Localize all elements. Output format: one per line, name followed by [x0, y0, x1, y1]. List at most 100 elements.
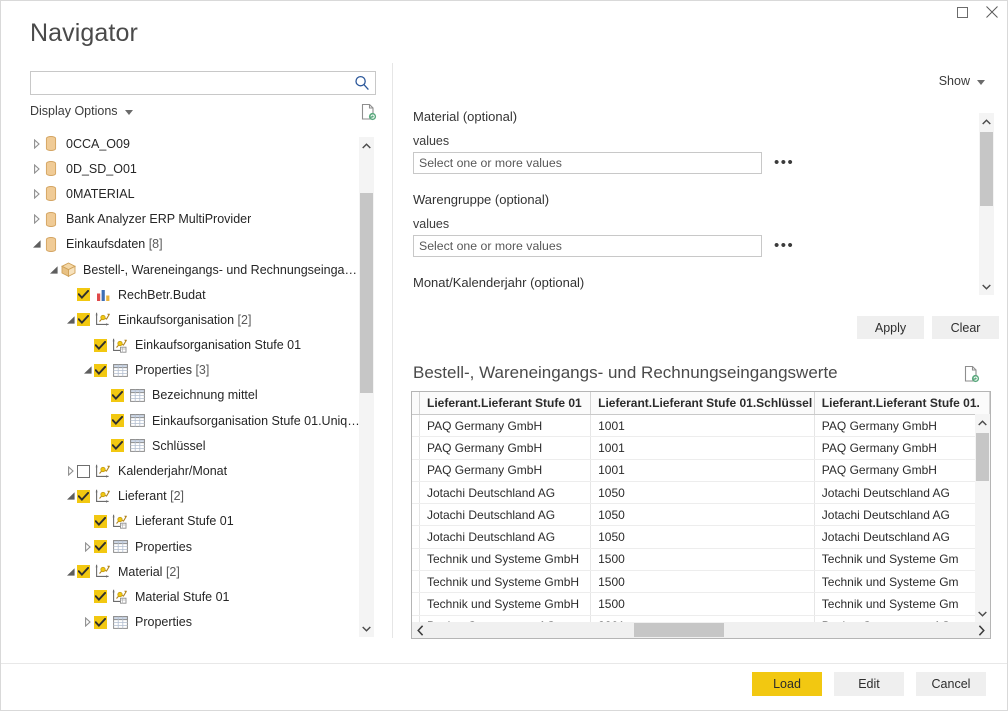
tree-item[interactable]: Bestell-, Wareneingangs- und Rechnungsei…	[30, 257, 360, 282]
search-box[interactable]	[30, 71, 376, 95]
search-icon[interactable]	[353, 74, 371, 92]
table-row[interactable]: Technik und Systeme GmbH1500Technik und …	[412, 571, 990, 593]
tree-scrollbar-thumb[interactable]	[360, 193, 373, 393]
table-row[interactable]: PAQ Germany GmbH1001PAQ Germany GmbH	[412, 459, 990, 481]
tree-item-checkbox[interactable]	[77, 313, 90, 326]
preview-refresh-icon[interactable]	[964, 365, 980, 383]
document-refresh-icon[interactable]	[361, 103, 377, 121]
display-options-dropdown[interactable]: Display Options	[30, 104, 133, 118]
tree-item[interactable]: 0D_SD_O01	[30, 156, 360, 181]
maximize-button[interactable]	[947, 1, 977, 23]
tree-item-checkbox[interactable]	[94, 540, 107, 553]
tree-item-checkbox[interactable]	[77, 465, 90, 478]
tree-item[interactable]: Properties [3]	[30, 358, 360, 383]
tree-item-checkbox[interactable]	[94, 515, 107, 528]
column-header[interactable]: Lieferant.Lieferant Stufe 01	[420, 392, 591, 415]
expand-icon[interactable]	[64, 459, 77, 484]
parameter-values-input[interactable]	[413, 235, 762, 257]
tree-item[interactable]: Material [2]	[30, 559, 360, 584]
column-header[interactable]: Lieferant.Lieferant Stufe 01.	[814, 392, 989, 415]
parameter-values-input[interactable]	[413, 152, 762, 174]
expand-icon[interactable]	[30, 181, 43, 206]
table-cell: 1050	[591, 504, 815, 526]
table-vertical-scrollbar[interactable]	[975, 414, 990, 622]
table-horizontal-scrollbar[interactable]	[412, 622, 990, 638]
tree-item[interactable]: Schlüssel	[30, 433, 360, 458]
search-input[interactable]	[31, 72, 351, 94]
scroll-left-icon[interactable]	[412, 622, 429, 638]
parameter-more-button[interactable]: •••	[774, 158, 794, 168]
table-scrollbar-thumb[interactable]	[976, 433, 989, 481]
tree-item[interactable]: Einkaufsorganisation Stufe 01	[30, 333, 360, 358]
cancel-button[interactable]: Cancel	[916, 672, 986, 696]
collapse-icon[interactable]	[30, 232, 43, 257]
tree-item-checkbox[interactable]	[111, 389, 124, 402]
parameter-more-button[interactable]: •••	[774, 241, 794, 251]
tree-item[interactable]: 0MATERIAL	[30, 181, 360, 206]
tree-item-checkbox[interactable]	[111, 439, 124, 452]
table-row[interactable]: Technik und Systeme GmbH1500Technik und …	[412, 593, 990, 615]
tree-item[interactable]: Lieferant [2]	[30, 484, 360, 509]
tree-item[interactable]: Material Stufe 01	[30, 584, 360, 609]
tree-item[interactable]: Bezeichnung mittel	[30, 383, 360, 408]
expand-icon[interactable]	[81, 534, 94, 559]
tree-item[interactable]: Lieferant Stufe 01	[30, 509, 360, 534]
tree-item-checkbox[interactable]	[94, 364, 107, 377]
apply-button[interactable]: Apply	[857, 316, 924, 339]
expand-icon[interactable]	[30, 207, 43, 232]
tree-item-checkbox[interactable]	[94, 339, 107, 352]
tree-item[interactable]: RechBetr.Budat	[30, 282, 360, 307]
scroll-up-icon[interactable]	[359, 137, 374, 154]
tree-item-checkbox[interactable]	[77, 490, 90, 503]
expander-placeholder	[81, 584, 94, 609]
tree-item-checkbox[interactable]	[77, 565, 90, 578]
table-row[interactable]: Jotachi Deutschland AG1050Jotachi Deutsc…	[412, 481, 990, 503]
tree-item[interactable]: Einkaufsorganisation Stufe 01.UniqueNa..…	[30, 408, 360, 433]
table-row[interactable]: Jotachi Deutschland AG1050Jotachi Deutsc…	[412, 504, 990, 526]
show-dropdown[interactable]: Show	[939, 74, 985, 88]
hscroll-track[interactable]	[429, 622, 973, 638]
scroll-up-icon[interactable]	[979, 113, 994, 130]
tree-scrollbar[interactable]	[359, 137, 374, 637]
expand-icon[interactable]	[30, 131, 43, 156]
load-button[interactable]: Load	[752, 672, 822, 696]
collapse-icon[interactable]	[64, 559, 77, 584]
expand-icon[interactable]	[81, 610, 94, 635]
close-button[interactable]	[977, 1, 1007, 23]
tree-item-checkbox[interactable]	[77, 288, 90, 301]
tree-item[interactable]: Bank Analyzer ERP MultiProvider	[30, 207, 360, 232]
collapse-icon[interactable]	[81, 358, 94, 383]
tree-item[interactable]: Properties	[30, 610, 360, 635]
tree-item[interactable]: 0CCA_O09	[30, 131, 360, 156]
tree-item[interactable]: Kalenderjahr/Monat	[30, 458, 360, 483]
edit-button[interactable]: Edit	[834, 672, 904, 696]
tree-item[interactable]: Einkaufsorganisation [2]	[30, 307, 360, 332]
scroll-up-icon[interactable]	[975, 414, 990, 431]
hscroll-thumb[interactable]	[634, 623, 724, 637]
parameters-scrollbar-thumb[interactable]	[980, 132, 993, 206]
table-row[interactable]: Technik und Systeme GmbH1500Technik und …	[412, 548, 990, 570]
collapse-icon[interactable]	[64, 307, 77, 332]
table-icon	[129, 438, 145, 454]
tree-item-checkbox[interactable]	[94, 590, 107, 603]
scroll-right-icon[interactable]	[973, 622, 990, 638]
scroll-down-icon[interactable]	[979, 278, 994, 295]
tree-item-checkbox[interactable]	[111, 414, 124, 427]
preview-table[interactable]: Lieferant.Lieferant Stufe 01Lieferant.Li…	[411, 391, 991, 639]
parameters-scrollbar[interactable]	[979, 113, 994, 295]
scroll-down-icon[interactable]	[359, 620, 374, 637]
scroll-down-icon[interactable]	[975, 605, 990, 622]
metadata-tree[interactable]: 0CCA_O090D_SD_O010MATERIALBank Analyzer …	[30, 131, 376, 636]
expand-icon[interactable]	[30, 156, 43, 181]
tree-item-checkbox[interactable]	[94, 616, 107, 629]
table-row[interactable]: PAQ Germany GmbH1001PAQ Germany GmbH	[412, 437, 990, 459]
tree-item[interactable]: Einkaufsdaten [8]	[30, 232, 360, 257]
collapse-icon[interactable]	[64, 484, 77, 509]
table-cell: PAQ Germany GmbH	[420, 437, 591, 459]
clear-button[interactable]: Clear	[932, 316, 999, 339]
table-row[interactable]: Jotachi Deutschland AG1050Jotachi Deutsc…	[412, 526, 990, 548]
column-header[interactable]: Lieferant.Lieferant Stufe 01.Schlüssel	[591, 392, 815, 415]
table-row[interactable]: PAQ Germany GmbH1001PAQ Germany GmbH	[412, 415, 990, 437]
tree-item[interactable]: Properties	[30, 534, 360, 559]
collapse-icon[interactable]	[47, 257, 60, 282]
